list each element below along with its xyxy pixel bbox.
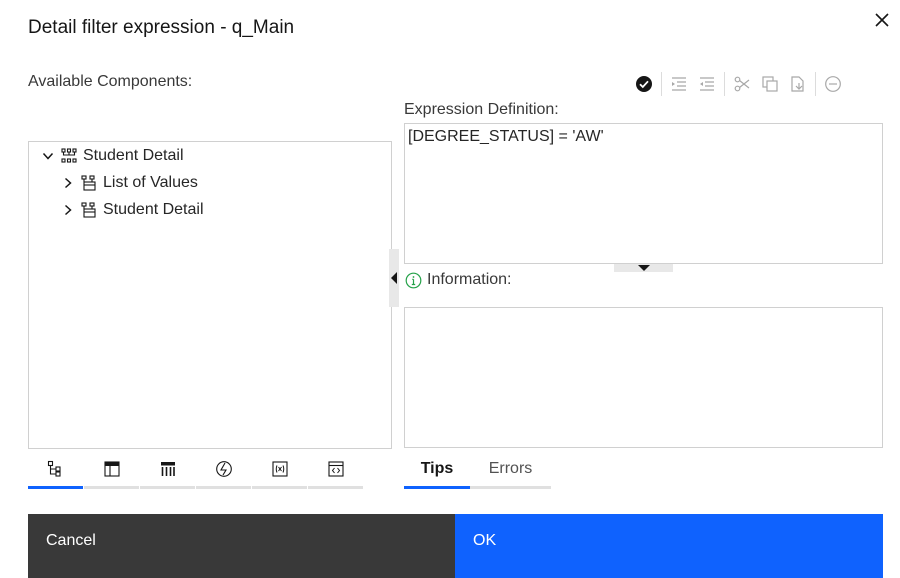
remove-icon xyxy=(825,76,841,92)
tree-item-student-detail[interactable]: Student Detail xyxy=(59,198,204,222)
components-tabs xyxy=(28,452,364,489)
information-header: Information: xyxy=(405,271,511,289)
chevron-right-icon[interactable] xyxy=(59,201,77,219)
information-label: Information: xyxy=(427,271,512,288)
tree-item-student-detail-package[interactable]: Student Detail xyxy=(39,144,184,168)
query-subject-icon xyxy=(79,200,99,220)
indent-icon xyxy=(672,77,686,91)
dialog-title: Detail filter expression - q_Main xyxy=(28,17,295,38)
expression-toolbar xyxy=(630,70,847,98)
outdent-icon xyxy=(700,77,714,91)
tab-variables[interactable] xyxy=(252,452,307,489)
chevron-right-icon[interactable] xyxy=(59,174,77,192)
expression-text[interactable]: [DEGREE_STATUS] = 'AW' xyxy=(408,128,604,145)
paste-button[interactable] xyxy=(784,70,812,98)
expression-definition-label: Expression Definition: xyxy=(404,101,559,118)
cut-icon xyxy=(734,76,750,92)
caret-left-icon xyxy=(391,272,397,284)
tree-item-list-of-values[interactable]: List of Values xyxy=(59,171,198,195)
variables-icon xyxy=(271,461,288,477)
toolbar-divider xyxy=(815,72,816,96)
info-tabs: Tips Errors xyxy=(404,452,551,489)
tree-item-label: List of Values xyxy=(103,174,198,191)
cancel-button[interactable]: Cancel xyxy=(28,514,455,578)
ok-button[interactable]: OK xyxy=(455,514,883,578)
information-panel xyxy=(404,307,883,448)
panel-collapse-handle[interactable] xyxy=(389,249,399,307)
package-icon xyxy=(59,146,79,166)
tree-item-label: Student Detail xyxy=(103,201,204,218)
validate-check-icon xyxy=(636,76,652,92)
macros-icon xyxy=(327,461,344,477)
tab-parameters[interactable] xyxy=(140,452,195,489)
copy-button[interactable] xyxy=(756,70,784,98)
paste-icon xyxy=(791,76,804,92)
indent-button[interactable] xyxy=(665,70,693,98)
close-icon xyxy=(875,13,889,27)
toolbar-divider xyxy=(661,72,662,96)
tab-functions[interactable] xyxy=(196,452,251,489)
tab-tips[interactable]: Tips xyxy=(404,452,470,489)
info-icon xyxy=(405,271,423,289)
tab-data-items[interactable] xyxy=(84,452,139,489)
copy-icon xyxy=(762,76,778,92)
parameters-icon xyxy=(160,462,175,476)
data-items-icon xyxy=(103,461,120,477)
source-tree-icon xyxy=(47,460,61,477)
tree-item-label: Student Detail xyxy=(83,147,184,164)
chevron-down-icon[interactable] xyxy=(39,147,57,165)
tab-macros[interactable] xyxy=(308,452,363,489)
toolbar-divider xyxy=(724,72,725,96)
validate-button[interactable] xyxy=(630,70,658,98)
functions-icon xyxy=(215,461,232,477)
tab-source[interactable] xyxy=(28,452,83,489)
available-components-label: Available Components: xyxy=(28,73,193,90)
cut-button[interactable] xyxy=(728,70,756,98)
query-subject-icon xyxy=(79,173,99,193)
splitter-handle[interactable] xyxy=(614,264,673,272)
caret-down-icon xyxy=(637,265,650,271)
outdent-button[interactable] xyxy=(693,70,721,98)
remove-button[interactable] xyxy=(819,70,847,98)
available-components-tree[interactable]: Student Detail List of Values Student De… xyxy=(28,141,392,449)
close-button[interactable] xyxy=(870,8,894,32)
expression-editor[interactable]: [DEGREE_STATUS] = 'AW' xyxy=(404,123,883,264)
tab-errors[interactable]: Errors xyxy=(470,452,551,489)
